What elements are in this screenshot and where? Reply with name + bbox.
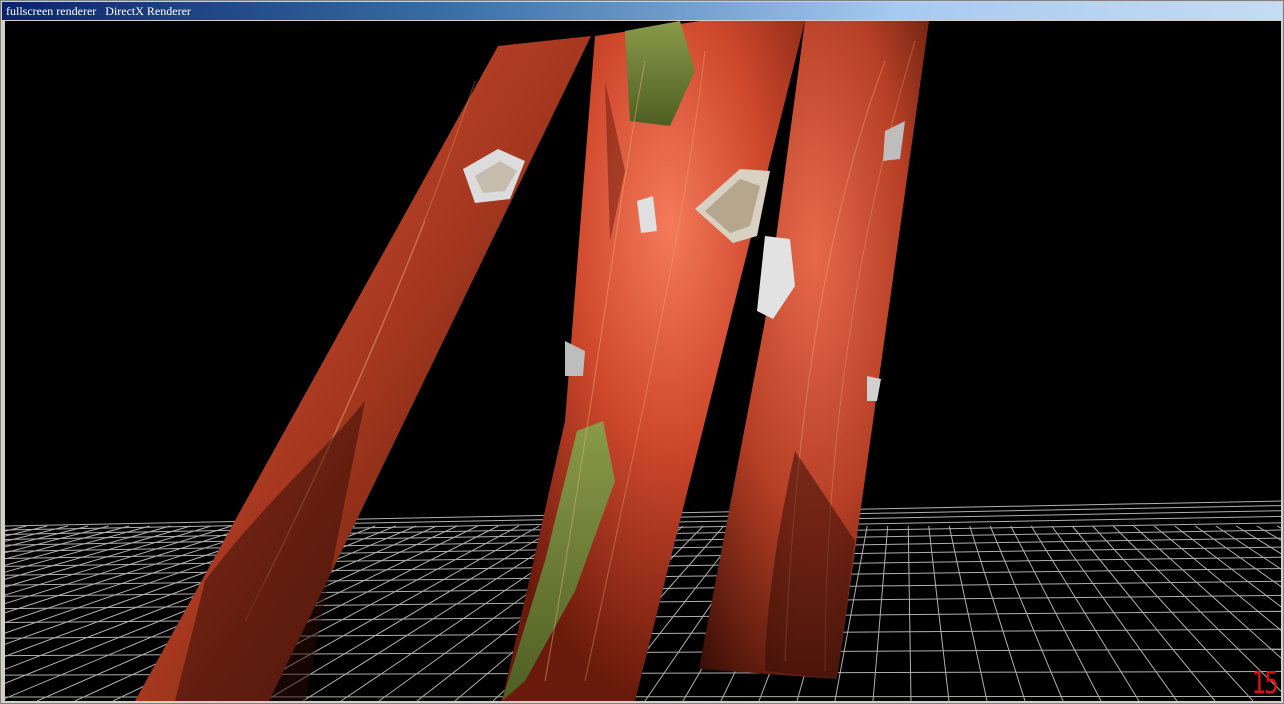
textured-panel-left bbox=[135, 36, 591, 701]
window-title: fullscreen renderer DirectX Renderer bbox=[6, 3, 191, 18]
floor-grid-line bbox=[1071, 525, 1216, 701]
renderer-window: fullscreen renderer DirectX Renderer 15 bbox=[0, 0, 1284, 704]
scene-canvas bbox=[5, 21, 1281, 701]
floor-grid-line bbox=[1092, 525, 1254, 701]
title-bar[interactable]: fullscreen renderer DirectX Renderer bbox=[2, 2, 1282, 20]
render-viewport[interactable]: 15 bbox=[5, 21, 1281, 701]
fps-counter: 15 bbox=[1251, 666, 1278, 701]
floor-grid-line bbox=[872, 525, 889, 701]
